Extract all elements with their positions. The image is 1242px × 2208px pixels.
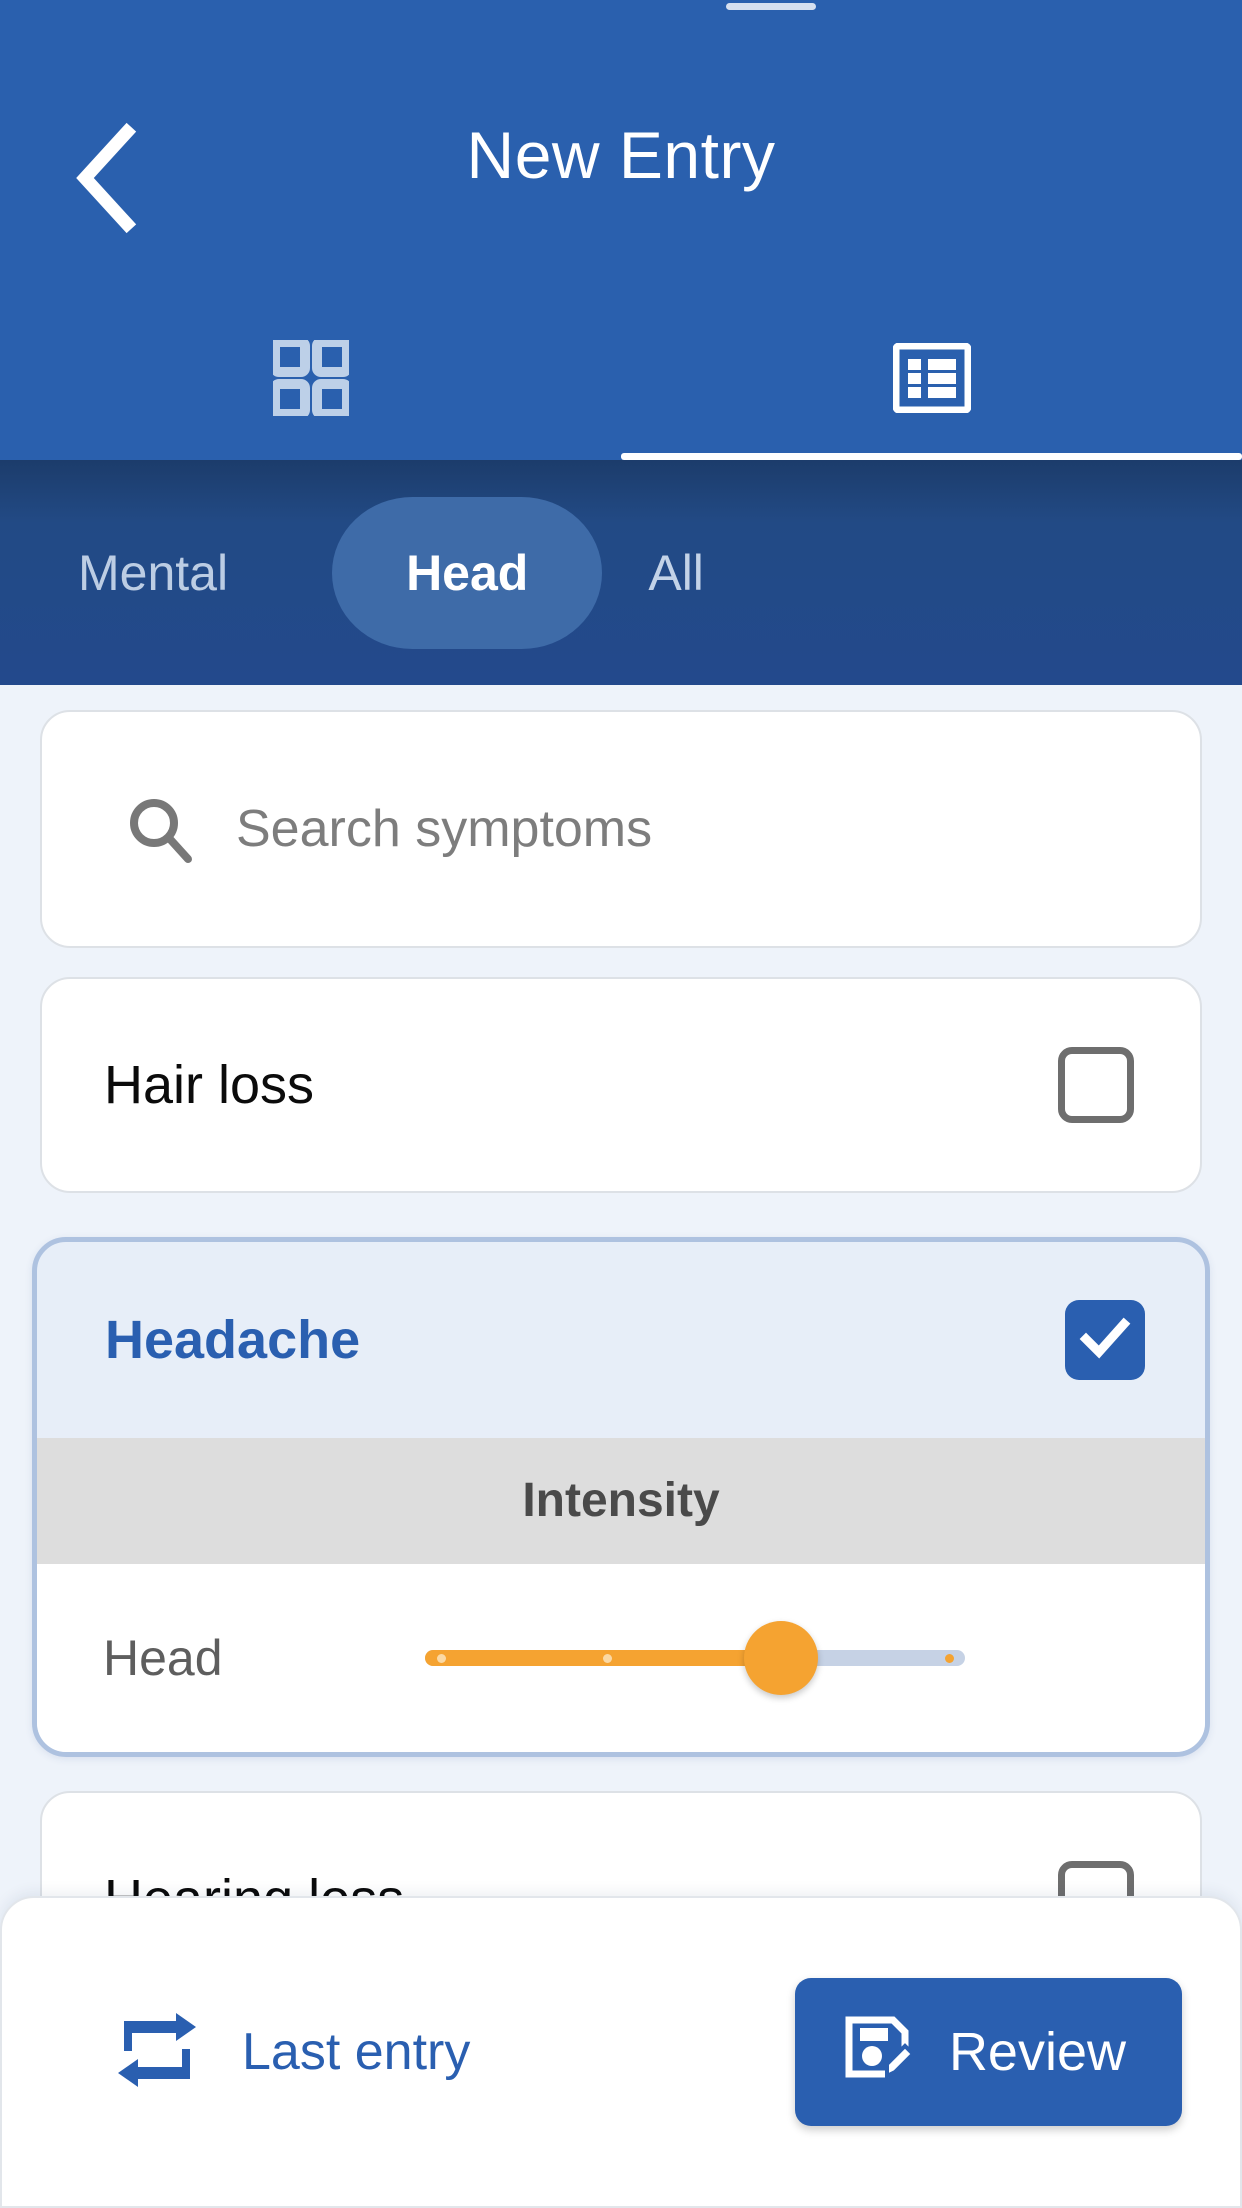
check-icon: [1076, 1309, 1134, 1372]
slider-tick-min: [437, 1654, 446, 1663]
app-root: New Entry Mental Head All Search symptom…: [0, 0, 1242, 2208]
status-bar-indicator: [726, 3, 816, 10]
intensity-label: Intensity: [522, 1474, 720, 1527]
slider-label: Head: [103, 1630, 223, 1686]
slider-thumb[interactable]: [744, 1621, 819, 1695]
last-entry-button[interactable]: Last entry: [114, 2009, 470, 2096]
symptom-checkbox[interactable]: [1065, 1300, 1145, 1380]
slider-tick-mid: [603, 1654, 612, 1663]
chip-head[interactable]: Head: [332, 496, 603, 649]
slider-tick-max: [945, 1654, 954, 1663]
category-filter-bar: Mental Head All: [0, 460, 1242, 685]
repeat-icon: [114, 2009, 200, 2096]
review-label: Review: [948, 2022, 1126, 2082]
symptom-checkbox[interactable]: [1058, 1047, 1134, 1123]
bottom-action-bar: Last entry Review: [0, 1896, 1242, 2208]
chip-mental[interactable]: Mental: [78, 543, 228, 603]
symptom-label: Headache: [105, 1310, 361, 1370]
app-header: New Entry: [0, 0, 1242, 460]
save-edit-icon: [843, 2014, 916, 2091]
search-input[interactable]: Search symptoms: [236, 798, 652, 860]
review-button[interactable]: Review: [794, 1978, 1182, 2126]
last-entry-label: Last entry: [242, 2023, 471, 2081]
symptom-row-hair-loss[interactable]: Hair loss: [40, 977, 1202, 1193]
grid-view-icon: [272, 340, 349, 416]
search-card[interactable]: Search symptoms: [40, 710, 1202, 948]
intensity-slider[interactable]: [425, 1608, 965, 1708]
tab-list-view[interactable]: [621, 296, 1242, 460]
active-tab-indicator: [621, 453, 1242, 460]
symptom-label: Hair loss: [104, 1055, 315, 1115]
tab-grid-view[interactable]: [0, 296, 621, 460]
status-bar: [0, 0, 1242, 14]
intensity-section-header: Intensity: [37, 1438, 1205, 1564]
intensity-slider-row: Head: [37, 1564, 1205, 1752]
search-icon: [120, 789, 200, 869]
symptom-card-headache[interactable]: Headache Intensity Head: [32, 1237, 1210, 1757]
symptom-header[interactable]: Headache: [37, 1242, 1205, 1438]
list-view-icon: [892, 343, 971, 413]
view-mode-tabs: [0, 296, 1242, 460]
chip-all[interactable]: All: [648, 543, 704, 603]
category-chip-list: Mental Head All: [0, 460, 1242, 685]
page-title: New Entry: [466, 118, 776, 192]
